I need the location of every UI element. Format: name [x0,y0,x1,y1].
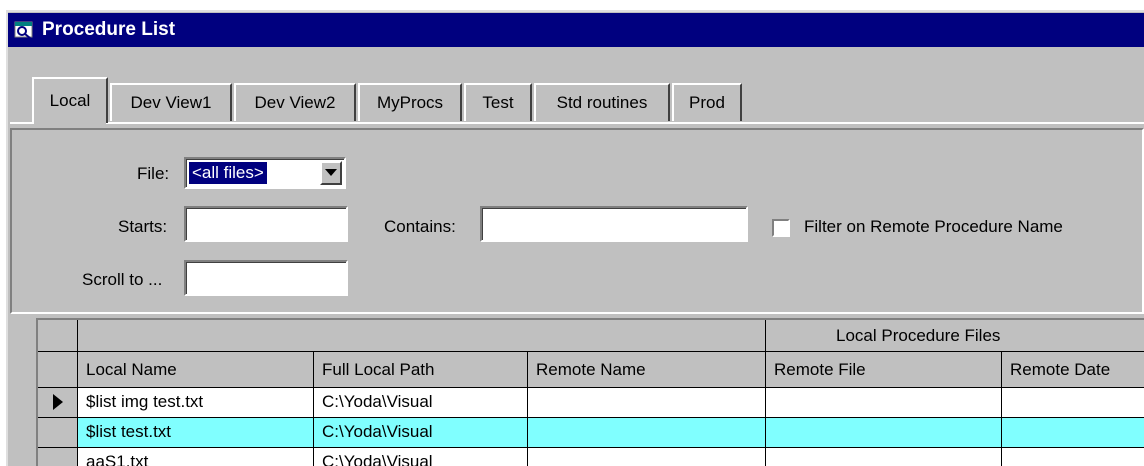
table-cell-full-local-path[interactable]: C:\Yoda\Visual [314,448,528,466]
grid-corner [38,320,78,352]
combo-dropdown-button[interactable] [320,161,342,185]
table-cell-remote-name[interactable] [528,418,766,448]
table-cell-remote-name[interactable] [528,388,766,418]
column-header-full-local-path[interactable]: Full Local Path [314,352,528,388]
row-header-corner [38,352,78,388]
starts-label: Starts: [118,217,168,236]
file-combo-value: <all files> [189,162,267,184]
file-label: File: [137,164,170,183]
tab-local[interactable]: Local [32,77,108,123]
table-cell-remote-file[interactable] [766,418,1002,448]
contains-label: Contains: [384,217,456,236]
row-selector[interactable] [38,448,78,466]
chevron-down-icon [325,169,337,176]
scroll-to-input[interactable] [184,260,348,296]
table-cell-remote-date[interactable] [1002,448,1144,466]
table-cell-full-local-path[interactable]: C:\Yoda\Visual [314,418,528,448]
file-combo[interactable]: <all files> [184,157,346,189]
tab-dev-view2[interactable]: Dev View2 [234,83,356,121]
contains-input[interactable] [480,206,748,242]
scroll-to-label: Scroll to ... [82,270,163,289]
table-cell-local-name[interactable]: $list test.txt [78,418,314,448]
table-cell-remote-date[interactable] [1002,418,1144,448]
table-cell-remote-file[interactable] [766,448,1002,466]
group-header-local-procedure-files: Local Procedure Files [766,320,1144,352]
window-title: Procedure List [42,19,176,40]
procedure-list-icon [14,21,33,39]
tab-std-routines[interactable]: Std routines [534,83,670,121]
table-cell-full-local-path[interactable]: C:\Yoda\Visual [314,388,528,418]
remote-filter-label[interactable]: Filter on Remote Procedure Name [804,217,1063,237]
tab-prod[interactable]: Prod [672,83,742,121]
current-row-arrow-icon [53,394,63,410]
table-cell-local-name[interactable]: aaS1.txt [78,448,314,466]
column-header-remote-name[interactable]: Remote Name [528,352,766,388]
tab-page-edge [10,122,1144,124]
column-header-remote-date[interactable]: Remote Date [1002,352,1144,388]
tab-test[interactable]: Test [464,83,532,121]
row-selector[interactable] [38,418,78,448]
active-tab-join [34,122,106,125]
table-cell-remote-file[interactable] [766,388,1002,418]
column-header-remote-file[interactable]: Remote File [766,352,1002,388]
table-cell-local-name[interactable]: $list img test.txt [78,388,314,418]
tab-myprocs[interactable]: MyProcs [358,83,462,121]
column-header-local-name[interactable]: Local Name [78,352,314,388]
tab-dev-view1[interactable]: Dev View1 [110,83,232,121]
table-cell-remote-date[interactable] [1002,388,1144,418]
row-selector-current[interactable] [38,388,78,418]
remote-filter-checkbox[interactable] [772,219,790,237]
starts-input[interactable] [184,206,348,242]
grid-group-spacer [78,320,766,352]
title-bar[interactable] [8,13,1144,47]
procedure-grid: Local Procedure Files Local Name Full Lo… [36,318,1144,466]
table-cell-remote-name[interactable] [528,448,766,466]
